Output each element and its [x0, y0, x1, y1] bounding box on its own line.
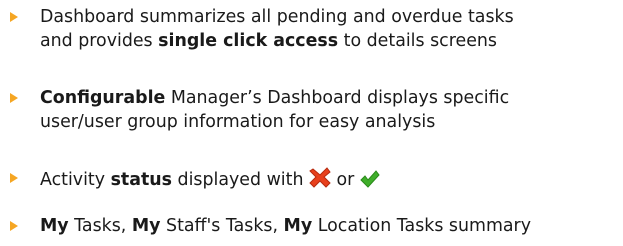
- arrow-bullet-icon: [0, 214, 40, 238]
- bullet-item-configurable: Configurable Manager’s Dashboard display…: [0, 86, 623, 134]
- line-1: Dashboard summarizes all pending and ove…: [40, 7, 514, 27]
- line-1: Configurable Manager’s Dashboard display…: [40, 88, 510, 108]
- bullet-item-dashboard: Dashboard summarizes all pending and ove…: [0, 5, 623, 53]
- arrow-bullet-icon: [0, 166, 40, 190]
- bullet-text: My Tasks, My Staff's Tasks, My Location …: [40, 216, 531, 236]
- arrow-bullet-icon: [0, 86, 40, 110]
- bullet-item-my-tasks: My Tasks, My Staff's Tasks, My Location …: [0, 214, 623, 238]
- bullet-item-status: Activity status displayed with or: [0, 166, 623, 195]
- bullet-list: Dashboard summarizes all pending and ove…: [0, 0, 623, 246]
- line-2: user/user group information for easy ana…: [40, 112, 436, 132]
- bullet-text: Dashboard summarizes all pending and ove…: [40, 5, 514, 53]
- bullet-text: Configurable Manager’s Dashboard display…: [40, 86, 509, 134]
- arrow-bullet-icon: [0, 5, 40, 29]
- check-icon: [360, 170, 380, 195]
- line-2: and provides single click access to deta…: [40, 31, 497, 51]
- cross-icon: [309, 166, 331, 195]
- bullet-text: Activity status displayed with or: [40, 166, 380, 195]
